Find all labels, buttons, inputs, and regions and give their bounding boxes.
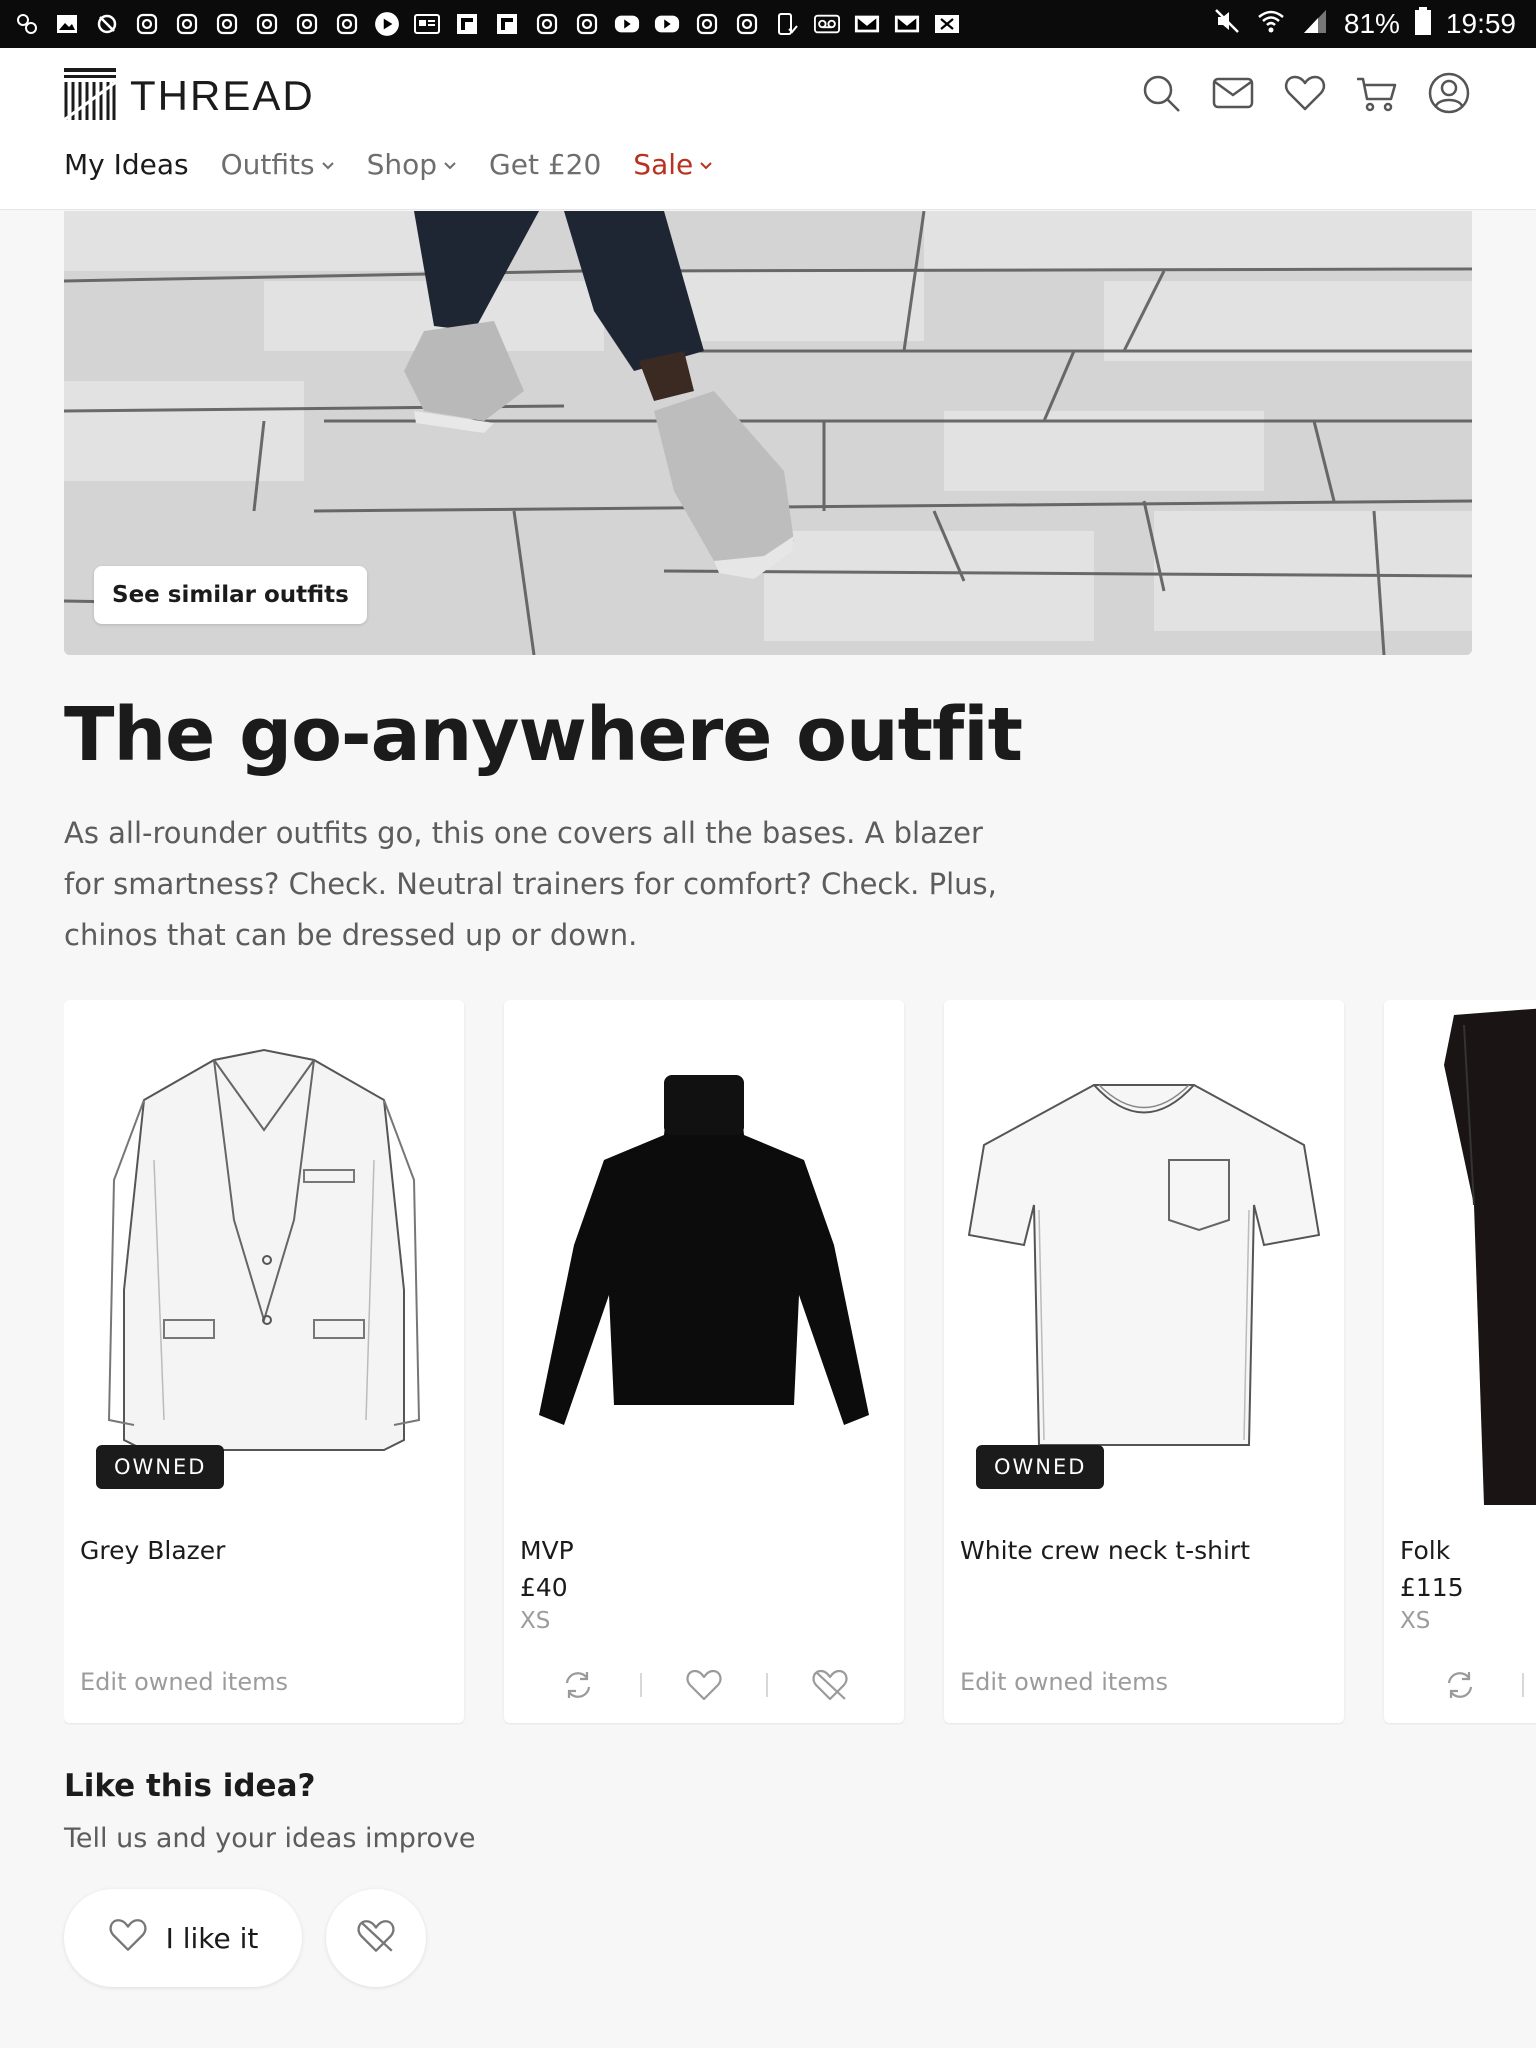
news-icon	[414, 11, 440, 37]
signal-icon	[1300, 6, 1330, 43]
product-card[interactable]: MVP £40 XS	[504, 1000, 904, 1723]
app-header: THREAD My Ideas Outfits Shop Get £20 Sal…	[0, 48, 1536, 210]
nav-shop-label: Shop	[366, 148, 438, 181]
voicemail-icon	[814, 11, 840, 37]
brand-logo[interactable]: THREAD	[63, 68, 315, 124]
play-icon	[374, 11, 400, 37]
mute-icon	[1212, 6, 1242, 43]
flipboard-icon	[454, 11, 480, 37]
instagram-icon	[134, 11, 160, 37]
nav-my-ideas-label: My Ideas	[64, 148, 189, 181]
gallery-icon	[54, 11, 80, 37]
nav-sale-label: Sale	[633, 148, 694, 181]
nav-get-20[interactable]: Get £20	[489, 148, 601, 181]
product-carousel[interactable]: OWNED Grey Blazer Edit owned items MVP £…	[64, 1000, 1536, 1725]
phone-check-icon	[774, 11, 800, 37]
gmail-icon	[854, 11, 880, 37]
hero-image: See similar outfits	[64, 211, 1472, 655]
outfit-title: The go-anywhere outfit	[64, 692, 1023, 778]
instagram-icon	[214, 11, 240, 37]
instagram-icon	[254, 11, 280, 37]
product-size: XS	[520, 1608, 551, 1634]
wifi-icon	[1256, 6, 1286, 43]
system-status: 81% 19:59	[1212, 0, 1516, 48]
like-button[interactable]: I like it	[64, 1889, 302, 1987]
product-name[interactable]: Folk	[1400, 1536, 1450, 1565]
feedback-title: Like this idea?	[64, 1768, 316, 1804]
clock: 19:59	[1445, 8, 1516, 39]
instagram-icon	[294, 11, 320, 37]
swap-icon[interactable]	[558, 1665, 598, 1705]
nav-sale[interactable]: Sale	[633, 148, 713, 181]
product-card[interactable]: OWNED White crew neck t-shirt Edit owned…	[944, 1000, 1344, 1723]
nav-outfits-label: Outfits	[220, 148, 315, 181]
main-nav: My Ideas Outfits Shop Get £20 Sale	[64, 148, 713, 181]
cart-icon[interactable]	[1354, 70, 1400, 116]
thread-logo-icon	[63, 68, 117, 124]
heart-icon[interactable]	[1282, 70, 1328, 116]
mail-icon[interactable]	[1210, 70, 1256, 116]
battery-icon	[1414, 6, 1432, 43]
youtube-icon	[614, 11, 640, 37]
product-name[interactable]: Grey Blazer	[80, 1536, 225, 1565]
pinwheel-icon	[14, 11, 40, 37]
like-button-label: I like it	[165, 1921, 259, 1955]
see-similar-outfits-button[interactable]: See similar outfits	[94, 566, 367, 624]
status-bar: 81% 19:59	[0, 0, 1536, 48]
divider	[766, 1673, 768, 1697]
cloud-icon	[94, 11, 120, 37]
dislike-heart-icon[interactable]	[810, 1665, 850, 1705]
nav-get-20-label: Get £20	[489, 148, 602, 181]
nav-my-ideas[interactable]: My Ideas	[64, 148, 189, 181]
outfit-description: As all-rounder outfits go, this one cove…	[64, 816, 997, 952]
instagram-icon	[174, 11, 200, 37]
instagram-icon	[734, 11, 760, 37]
product-price: £40	[520, 1573, 568, 1602]
product-card[interactable]: Folk £115 XS	[1384, 1000, 1536, 1723]
nav-shop[interactable]: Shop	[367, 148, 457, 181]
feedback-subtitle: Tell us and your ideas improve	[64, 1823, 476, 1854]
instagram-icon	[694, 11, 720, 37]
product-card[interactable]: OWNED Grey Blazer Edit owned items	[64, 1000, 464, 1723]
youtube-icon	[654, 11, 680, 37]
flipboard-icon	[494, 11, 520, 37]
battery-percent: 81%	[1343, 8, 1400, 39]
instagram-icon	[534, 11, 560, 37]
gmail-icon	[894, 11, 920, 37]
brand-name: THREAD	[130, 72, 315, 119]
product-image-turtleneck	[504, 1020, 904, 1490]
product-image-trousers	[1384, 1008, 1536, 1505]
product-actions	[504, 1660, 904, 1710]
dislike-button[interactable]	[326, 1889, 426, 1987]
chevron-down-icon	[700, 161, 712, 169]
product-actions	[1384, 1660, 1536, 1710]
product-price: £115	[1400, 1573, 1464, 1602]
notification-icons	[0, 11, 960, 37]
chevron-down-icon	[444, 161, 456, 169]
product-size: XS	[1400, 1608, 1431, 1634]
instagram-icon	[334, 11, 360, 37]
product-image-blazer	[64, 1020, 464, 1490]
product-name[interactable]: White crew neck t-shirt	[960, 1536, 1250, 1565]
header-actions	[1138, 70, 1472, 116]
product-name[interactable]: MVP	[520, 1536, 574, 1565]
instagram-icon	[574, 11, 600, 37]
edit-owned-items-link[interactable]: Edit owned items	[960, 1668, 1168, 1696]
search-icon[interactable]	[1138, 70, 1184, 116]
heart-icon	[108, 1917, 148, 1960]
divider	[640, 1673, 642, 1697]
dislike-heart-icon	[356, 1918, 396, 1958]
divider	[1522, 1673, 1524, 1697]
nav-outfits[interactable]: Outfits	[221, 148, 335, 181]
mail-x-icon	[934, 11, 960, 37]
swap-icon[interactable]	[1440, 1665, 1480, 1705]
heart-icon[interactable]	[684, 1665, 724, 1705]
chevron-down-icon	[321, 161, 334, 169]
account-icon[interactable]	[1426, 70, 1472, 116]
product-image-tshirt	[944, 1020, 1344, 1490]
owned-badge: OWNED	[976, 1445, 1105, 1489]
edit-owned-items-link[interactable]: Edit owned items	[80, 1668, 288, 1696]
owned-badge: OWNED	[96, 1445, 225, 1489]
